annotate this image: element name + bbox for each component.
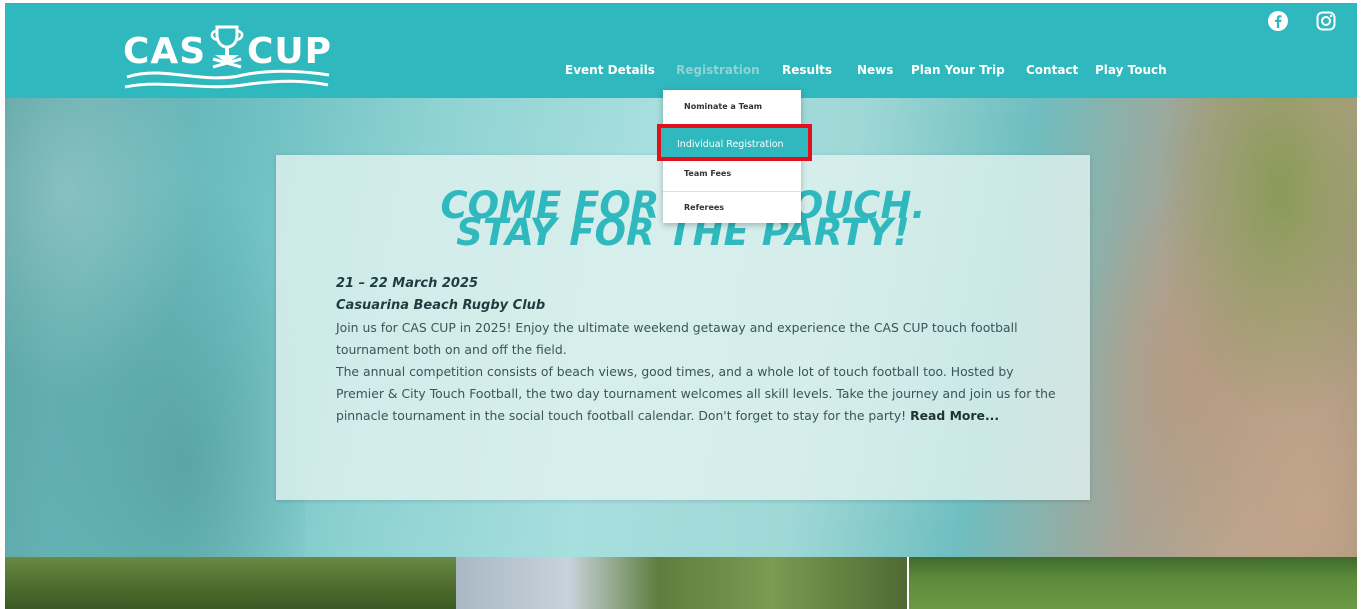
event-venue: Casuarina Beach Rugby Club (336, 298, 546, 313)
intro-paragraph: Join us for CAS CUP in 2025! Enjoy the u… (336, 320, 1018, 357)
read-more-link[interactable]: Read More... (910, 408, 999, 423)
dropdown-item-individual-registration[interactable]: Individual Registration (657, 124, 812, 161)
dropdown-item-team-fees[interactable]: Team Fees (663, 169, 801, 178)
nav-item-results[interactable]: Results (782, 63, 832, 77)
dropdown-item-nominate-a-team[interactable]: Nominate a Team (663, 102, 801, 111)
nav-item-event-details[interactable]: Event Details (565, 63, 655, 77)
photo-clubhouse-trees (456, 557, 907, 609)
logo-text-cup: CUP (247, 31, 333, 72)
nav-item-plan-your-trip[interactable]: Plan Your Trip (911, 63, 1005, 77)
hero-card-body: 21 – 22 March 2025 Casuarina Beach Rugby… (336, 273, 1056, 427)
photo-field-goalposts (909, 557, 1357, 609)
event-date: 21 – 22 March 2025 (336, 276, 479, 291)
description-paragraph: The annual competition consists of beach… (336, 361, 1056, 427)
individual-registration-label: Individual Registration (677, 139, 784, 150)
logo-text-cas: CAS (123, 31, 207, 72)
photo-strip (5, 557, 1357, 609)
page: CAS CUP Event Details Registration Resul… (0, 0, 1362, 609)
instagram-icon[interactable] (1315, 10, 1337, 32)
site-header: CAS CUP Event Details Registration Resul… (5, 3, 1357, 98)
trophy-icon (210, 25, 244, 69)
nav-item-play-touch[interactable]: Play Touch (1095, 63, 1167, 77)
waves-icon (124, 69, 330, 89)
hero-water-texture (5, 98, 305, 557)
nav-item-registration[interactable]: Registration (676, 63, 760, 77)
dropdown-item-referees[interactable]: Referees (663, 203, 801, 212)
dropdown-divider (663, 191, 801, 192)
nav-item-news[interactable]: News (857, 63, 893, 77)
facebook-icon[interactable] (1267, 10, 1289, 32)
hero-rocks-texture (1085, 98, 1357, 557)
nav-item-contact[interactable]: Contact (1026, 63, 1078, 77)
photo-players-trees (5, 557, 456, 609)
cas-cup-logo[interactable]: CAS CUP (123, 25, 333, 93)
